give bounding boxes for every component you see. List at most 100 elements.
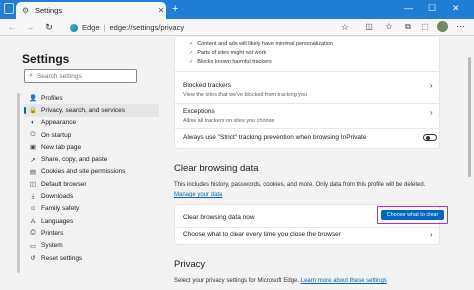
sidebar-item[interactable]: 🔒 Privacy, search, and services <box>24 104 159 117</box>
privacy-heading: Privacy <box>174 259 206 270</box>
sidebar-item-label: Profiles <box>41 94 63 102</box>
tab-actions-icon[interactable] <box>4 3 14 14</box>
gear-icon: ⚙ <box>22 5 30 15</box>
cookie-icon: ▤ <box>29 168 37 176</box>
maximize-button[interactable]: ☐ <box>428 3 436 13</box>
minimize-button[interactable]: — <box>404 3 413 13</box>
collections-icon[interactable]: ⧉ <box>403 22 413 32</box>
sidebar-item[interactable]: 👤 Profiles <box>24 92 159 104</box>
sidebar-item-label: Languages <box>41 217 74 225</box>
highlight-box: Choose what to clear <box>377 206 448 224</box>
sidebar-item-label: Family safety <box>41 205 80 213</box>
main-content: Content and ads will likely have minimal… <box>165 37 465 290</box>
strict-inprivate-toggle[interactable] <box>423 134 437 141</box>
exceptions-subtitle: Allow all trackers on sites you choose <box>183 118 275 124</box>
chevron-right-icon: › <box>430 81 433 90</box>
strict-inprivate-label: Always use "Strict" tracking prevention … <box>183 134 367 141</box>
share-icon: ↗ <box>30 156 36 164</box>
sidebar-item-label: Share, copy, and paste <box>41 156 108 164</box>
privacy-description-text: Select your privacy settings for Microso… <box>174 278 300 284</box>
bullet-harmful: Blocks known harmful trackers <box>189 59 272 65</box>
sidebar-item[interactable]: ↗ Share, copy, and paste <box>24 153 159 165</box>
sidebar-title: Settings <box>22 52 70 66</box>
avatar[interactable] <box>437 21 448 32</box>
sidebar-item[interactable]: ◫ Default browser <box>24 178 159 190</box>
page-scrollbar[interactable] <box>466 37 472 290</box>
split-screen-icon[interactable]: ◫ <box>364 22 374 32</box>
divider <box>175 71 441 72</box>
address-separator: | <box>103 23 106 32</box>
sidebar-item-label: Downloads <box>41 193 74 201</box>
manage-data-link[interactable]: Manage your data <box>174 192 222 198</box>
chevron-right-icon: › <box>430 108 433 117</box>
sidebar-item[interactable]: A Languages <box>24 215 159 227</box>
blocked-trackers-title: Blocked trackers <box>183 82 232 89</box>
sidebar-item-label: Cookies and site permissions <box>41 168 126 176</box>
navigation-bar: ← → ↻ Edge | edge://settings/privacy ☆ ◫… <box>0 19 474 36</box>
edge-icon <box>70 23 78 32</box>
clear-on-close-label: Choose what to clear every time you clos… <box>183 231 341 238</box>
browser-icon: ◫ <box>29 181 37 189</box>
person-icon: 👤 <box>29 95 38 103</box>
new-tab-button[interactable]: + <box>172 3 178 15</box>
sidebar-item[interactable]: ⎙ Printers <box>24 227 159 239</box>
sidebar-item[interactable]: ▣ New tab page <box>24 141 159 153</box>
close-window-button[interactable]: ✕ <box>452 3 460 13</box>
close-tab-icon[interactable]: ✕ <box>156 6 166 15</box>
more-options-icon[interactable]: ··· <box>456 21 465 31</box>
site-label: Edge <box>82 23 100 32</box>
exceptions-title: Exceptions <box>183 108 215 115</box>
search-box[interactable]: ⌕ <box>24 69 137 83</box>
sidebar-item-label: On startup <box>41 131 72 139</box>
blocked-trackers-subtitle: View the sites that we've blocked from t… <box>183 92 308 98</box>
learn-more-link[interactable]: Learn more about these settings <box>301 278 387 284</box>
settings-sidebar: Settings ⌕ 👤Profiles🔒Privacy, search, an… <box>0 37 165 290</box>
tab-title: Settings <box>35 6 63 15</box>
favorites-icon[interactable]: ✩ <box>384 22 394 32</box>
address-bar[interactable]: Edge | edge://settings/privacy <box>70 21 330 34</box>
sidebar-scrollbar[interactable] <box>17 93 20 273</box>
sidebar-item-label: Privacy, search, and services <box>41 106 126 114</box>
clear-browsing-data-description: This includes history, passwords, cookie… <box>174 182 426 188</box>
languages-icon: A <box>30 217 36 225</box>
chevron-right-icon: › <box>430 230 433 239</box>
favorite-star-icon[interactable]: ☆ <box>341 22 349 33</box>
sidebar-item[interactable]: ▭ System <box>24 240 159 252</box>
tracking-prevention-card: Content and ads will likely have minimal… <box>174 37 441 149</box>
newtab-icon: ▣ <box>29 144 37 152</box>
url-text: edge://settings/privacy <box>109 23 185 32</box>
extensions-icon[interactable]: ⬚ <box>420 22 430 32</box>
search-input[interactable] <box>36 72 127 80</box>
clear-browsing-data-heading: Clear browsing data <box>174 163 259 174</box>
title-bar: ⚙ Settings ✕ + — ☐ ✕ <box>0 0 474 19</box>
lock-icon: 🔒 <box>29 107 38 115</box>
system-icon: ▭ <box>29 242 37 250</box>
sidebar-item[interactable]: ↺ Reset settings <box>24 252 159 264</box>
sidebar-item[interactable]: ☺ Family safety <box>24 203 159 215</box>
tab-settings[interactable]: ⚙ Settings ✕ <box>16 2 166 19</box>
download-icon: ⤓ <box>31 192 35 200</box>
divider <box>175 128 441 129</box>
sidebar-item[interactable]: ⤓ Downloads <box>24 190 159 202</box>
back-icon[interactable]: ← <box>6 21 18 33</box>
sidebar-item-label: Printers <box>41 229 64 237</box>
search-icon: ⌕ <box>29 72 33 79</box>
privacy-description: Select your privacy settings for Microso… <box>174 278 387 284</box>
printer-icon: ⎙ <box>30 229 36 237</box>
appearance-icon: ◐ <box>31 119 35 127</box>
sidebar-item[interactable]: ◐ Appearance <box>24 117 159 129</box>
forward-icon[interactable]: → <box>24 21 36 33</box>
reset-icon: ↺ <box>30 255 36 262</box>
divider <box>175 227 441 228</box>
divider <box>175 103 441 104</box>
choose-what-to-clear-button[interactable]: Choose what to clear <box>381 210 444 220</box>
clear-now-label: Clear browsing data now <box>183 214 255 221</box>
refresh-icon[interactable]: ↻ <box>43 21 55 33</box>
sidebar-item-label: Default browser <box>41 180 87 188</box>
sidebar-item-label: Reset settings <box>41 254 83 262</box>
sidebar-item[interactable]: ▤ Cookies and site permissions <box>24 166 159 178</box>
family-icon: ☺ <box>29 205 37 213</box>
bullet-sites: Parts of sites might not work <box>189 50 266 56</box>
sidebar-item[interactable]: ⏻ On startup <box>24 129 159 141</box>
sidebar-item-label: Appearance <box>41 119 77 127</box>
